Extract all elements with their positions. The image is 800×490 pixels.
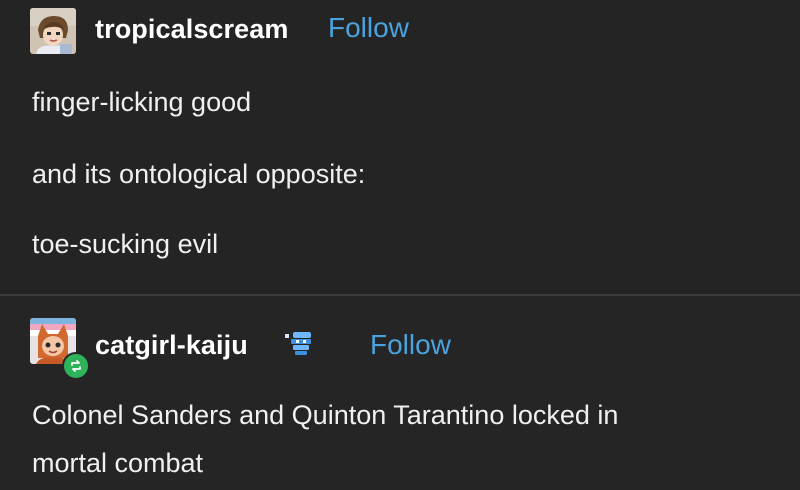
post-tropicalscream: tropicalscream Follow finger-licking goo… (0, 0, 800, 294)
post-line-1: Colonel Sanders and Quinton Tarantino lo… (32, 400, 619, 430)
username-tropicalscream[interactable]: tropicalscream (95, 14, 289, 45)
avatar-tropicalscream[interactable] (30, 8, 76, 54)
post-line-1: finger-licking good (32, 87, 252, 117)
follow-label[interactable]: Follow (328, 12, 409, 44)
blog-badge (283, 328, 317, 358)
blog-badge-icon (285, 332, 311, 355)
user-avatar-icon (30, 8, 76, 54)
follow-button[interactable]: Follow (328, 12, 409, 44)
reblog-badge (62, 352, 90, 380)
post-catgirl-kaiju: catgirl-kaiju Follow Colonel Sanders and… (0, 296, 800, 490)
username-catgirl-kaiju[interactable]: catgirl-kaiju (95, 330, 248, 361)
username-label[interactable]: catgirl-kaiju (95, 330, 248, 361)
reblog-icon (71, 360, 81, 372)
post-line-2: and its ontological opposite: (32, 159, 366, 189)
post-line-3: toe-sucking evil (32, 229, 219, 259)
username-label[interactable]: tropicalscream (95, 14, 289, 45)
follow-button[interactable]: Follow (370, 329, 451, 361)
post-line-2: mortal combat (32, 448, 204, 478)
follow-label[interactable]: Follow (370, 329, 451, 361)
